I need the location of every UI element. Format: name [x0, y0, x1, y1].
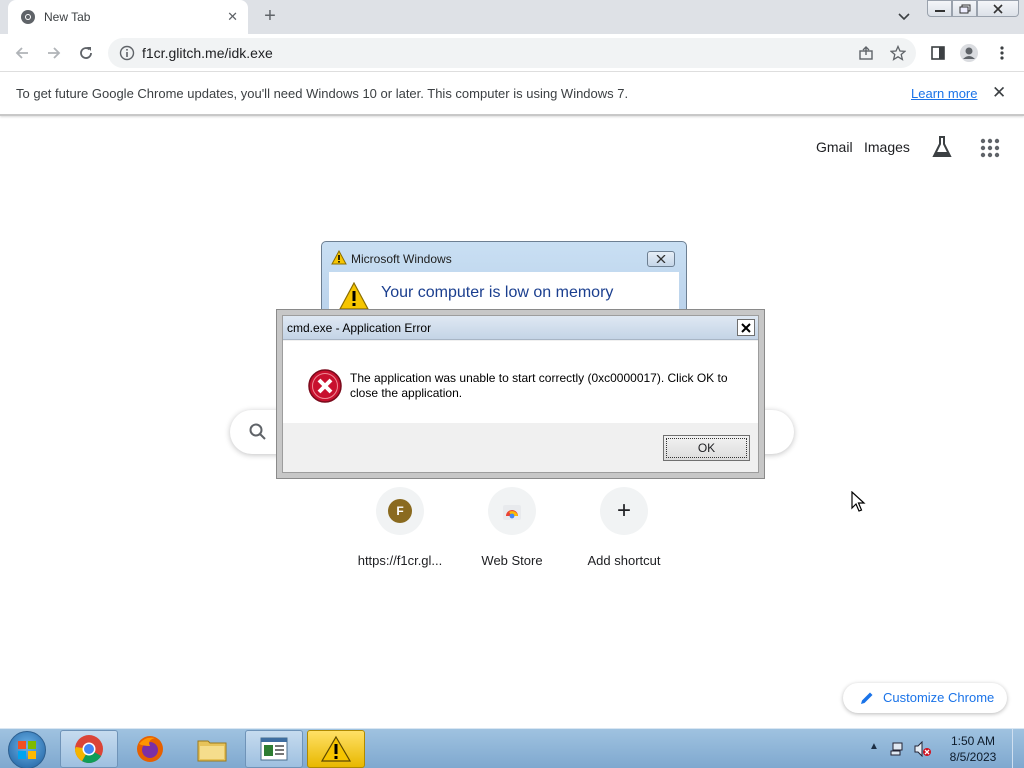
system-clock[interactable]: 1:50 AM 8/5/2023 — [940, 733, 1006, 765]
tab-close-icon[interactable]: ✕ — [227, 9, 238, 25]
gmail-link[interactable]: Gmail — [816, 139, 853, 155]
restore-icon — [959, 4, 970, 13]
taskbar-warning-app[interactable] — [307, 730, 365, 768]
dialog-titlebar: cmd.exe - Application Error — [283, 316, 758, 340]
show-desktop-button[interactable] — [1012, 729, 1024, 768]
learn-more-link[interactable]: Learn more — [911, 86, 977, 101]
close-icon — [993, 3, 1003, 14]
shortcut-label: Web Store — [481, 553, 543, 568]
chrome-icon — [75, 735, 103, 763]
search-icon — [249, 423, 266, 440]
shortcut-tile-web-store[interactable]: Web Store — [456, 487, 568, 577]
volume-muted-icon[interactable] — [914, 741, 932, 757]
dialog-close-button[interactable] — [737, 319, 755, 336]
taskbar-chrome[interactable] — [60, 730, 118, 768]
bookmark-star-icon[interactable] — [890, 45, 906, 61]
clock-date: 8/5/2023 — [949, 750, 997, 764]
menu-button[interactable] — [991, 42, 1013, 64]
dialog-frame: cmd.exe - Application Error The applicat… — [282, 315, 759, 473]
share-icon[interactable] — [858, 45, 874, 61]
taskbar-notepad[interactable] — [245, 730, 303, 768]
plus-icon: + — [616, 497, 631, 524]
tab-search-chevron-icon[interactable] — [893, 8, 915, 26]
infobar-close-icon[interactable]: ✕ — [992, 83, 1006, 103]
side-panel-button[interactable] — [927, 42, 949, 64]
arrow-left-icon — [15, 47, 28, 59]
warning-icon — [321, 735, 351, 762]
tab-title: New Tab — [44, 10, 91, 24]
reload-button[interactable] — [75, 42, 97, 64]
address-bar[interactable]: f1cr.glitch.me/idk.exe — [108, 38, 916, 68]
mouse-pointer-icon — [851, 491, 866, 512]
window-app-icon — [260, 737, 288, 761]
taskbar-firefox[interactable] — [121, 730, 179, 768]
profile-avatar-icon — [960, 44, 978, 62]
back-button[interactable] — [11, 42, 33, 64]
taskbar-explorer[interactable] — [183, 730, 241, 768]
chrome-icon — [21, 10, 35, 24]
pencil-icon — [861, 692, 873, 704]
shortcut-icon-circle: F — [376, 487, 424, 535]
windows-taskbar: ▲ 1:50 AM 8/5/2023 — [0, 728, 1024, 768]
clock-time: 1:50 AM — [950, 734, 996, 748]
url-text[interactable]: f1cr.glitch.me/idk.exe — [142, 45, 273, 61]
side-panel-icon — [931, 46, 945, 60]
images-link[interactable]: Images — [864, 139, 910, 155]
shortcut-icon-circle — [488, 487, 536, 535]
shortcut-label: Add shortcut — [587, 553, 661, 568]
reload-icon — [80, 47, 92, 59]
tray-expand-icon[interactable]: ▲ — [869, 741, 879, 752]
arrow-right-icon — [48, 47, 61, 59]
customize-label: Customize Chrome — [883, 690, 995, 705]
minimize-icon — [934, 9, 945, 12]
low-memory-message: Your computer is low on memory — [381, 284, 614, 301]
profile-button[interactable] — [958, 42, 980, 64]
warning-icon — [339, 282, 369, 310]
labs-flask-icon[interactable] — [931, 135, 953, 159]
window-close-button[interactable] — [977, 0, 1019, 17]
dialog-title: cmd.exe - Application Error — [287, 321, 432, 335]
shortcut-icon-circle: + — [600, 487, 648, 535]
window-minimize-button[interactable] — [927, 0, 952, 17]
low-memory-dialog-title: Microsoft Windows — [351, 252, 452, 266]
error-message: The application was unable to start corr… — [350, 371, 728, 400]
application-error-dialog: cmd.exe - Application Error The applicat… — [276, 309, 765, 479]
low-memory-close-button[interactable] — [647, 251, 675, 267]
kebab-menu-icon — [1000, 46, 1004, 60]
window-restore-button[interactable] — [952, 0, 977, 17]
forward-button[interactable] — [43, 42, 65, 64]
close-icon — [656, 255, 666, 263]
tab-new-tab[interactable]: New Tab ✕ — [8, 0, 248, 34]
ok-button[interactable]: OK — [663, 435, 750, 461]
browser-toolbar: f1cr.glitch.me/idk.exe — [0, 34, 1024, 72]
letter-f-icon: F — [388, 499, 412, 523]
firefox-icon — [137, 736, 163, 762]
google-apps-icon[interactable] — [980, 138, 1000, 158]
update-infobar: To get future Google Chrome updates, you… — [0, 72, 1024, 116]
shortcut-label: https://f1cr.gl... — [357, 553, 443, 568]
shortcut-tile-f1cr[interactable]: F https://f1cr.gl... — [344, 487, 456, 577]
site-info-icon[interactable] — [119, 45, 135, 61]
start-button[interactable] — [8, 731, 46, 768]
infobar-message: To get future Google Chrome updates, you… — [16, 86, 629, 101]
warning-icon — [331, 250, 347, 265]
shortcut-tile-add[interactable]: + Add shortcut — [568, 487, 680, 577]
customize-chrome-button[interactable]: Customize Chrome — [843, 683, 1007, 713]
error-icon — [308, 369, 342, 403]
dialog-body: The application was unable to start corr… — [283, 341, 758, 423]
folder-icon — [197, 740, 227, 762]
windows-logo-icon — [18, 741, 36, 759]
new-tab-button[interactable]: + — [258, 5, 282, 29]
close-icon — [741, 322, 751, 333]
tab-strip: New Tab ✕ + — [0, 0, 1024, 34]
web-store-icon — [503, 505, 521, 520]
network-icon[interactable] — [890, 741, 906, 757]
